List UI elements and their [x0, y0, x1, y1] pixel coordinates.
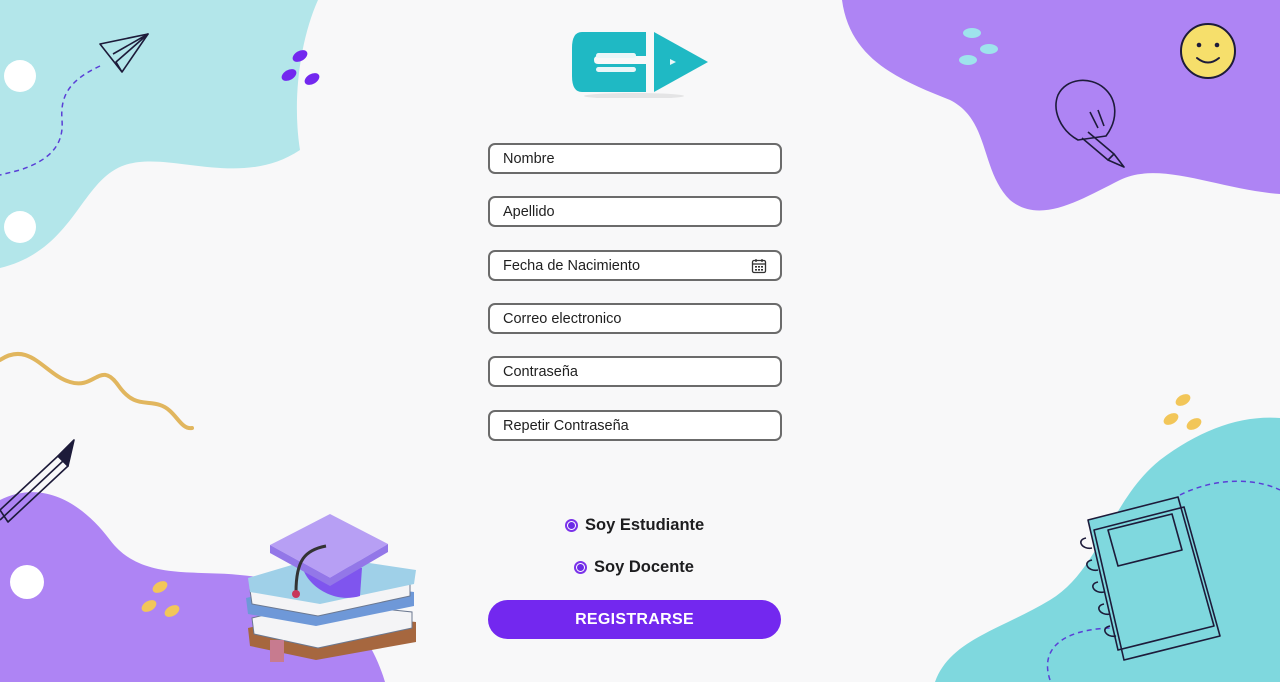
squiggle-line — [0, 352, 194, 431]
repetir-contrasena-field[interactable]: Repetir Contraseña — [488, 410, 782, 441]
role-option-docente[interactable]: Soy Docente — [574, 558, 694, 577]
fecha-nacimiento-placeholder: Fecha de Nacimiento — [503, 257, 641, 274]
bottom-right-blob — [935, 417, 1280, 682]
nombre-field[interactable]: Nombre — [488, 143, 782, 174]
top-left-blob — [0, 0, 318, 268]
register-button[interactable]: REGISTRARSE — [488, 600, 781, 639]
role-docente-label: Soy Docente — [594, 558, 694, 576]
correo-field[interactable]: Correo electronico — [488, 303, 782, 334]
lightbulb-icon — [1055, 79, 1125, 168]
top-right-blob — [842, 0, 1280, 211]
notebook-icon — [1080, 496, 1221, 661]
correo-placeholder: Correo electronico — [503, 310, 622, 327]
fecha-nacimiento-field[interactable]: Fecha de Nacimiento — [488, 250, 782, 281]
contrasena-placeholder: Contraseña — [503, 363, 578, 380]
background-decorations — [0, 0, 1280, 682]
smiley-face-icon — [1180, 23, 1236, 79]
contrasena-field[interactable]: Contraseña — [488, 356, 782, 387]
apellido-field[interactable]: Apellido — [488, 196, 782, 227]
apellido-placeholder: Apellido — [503, 203, 555, 220]
nombre-placeholder: Nombre — [503, 150, 555, 167]
books-and-cap-icon — [246, 514, 416, 662]
app-logo — [572, 32, 708, 98]
calendar-icon[interactable] — [751, 258, 767, 274]
pencil-icon — [0, 439, 75, 523]
radio-docente[interactable] — [574, 561, 587, 574]
role-option-estudiante[interactable]: Soy Estudiante — [565, 516, 704, 535]
paper-plane-icon — [99, 33, 149, 73]
bottom-left-blob — [0, 492, 385, 682]
radio-estudiante[interactable] — [565, 519, 578, 532]
role-estudiante-label: Soy Estudiante — [585, 516, 705, 534]
repetir-contrasena-placeholder: Repetir Contraseña — [503, 417, 629, 434]
